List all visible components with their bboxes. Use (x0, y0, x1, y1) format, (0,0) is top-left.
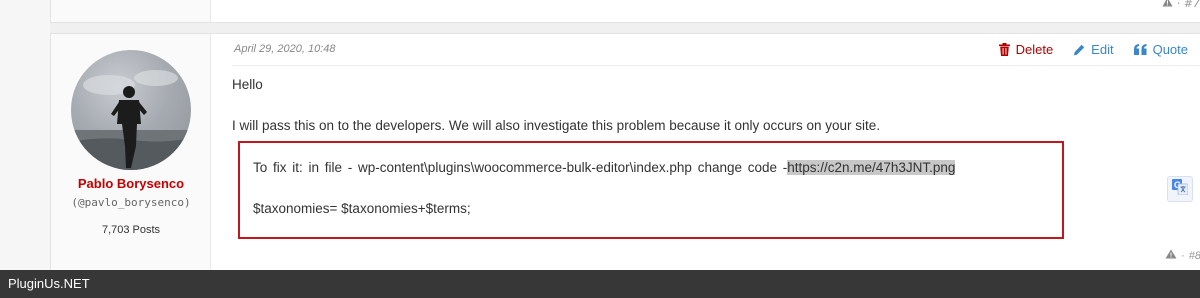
delete-button[interactable]: Delete (998, 42, 1054, 57)
edit-button[interactable]: Edit (1073, 42, 1114, 57)
post-content: April 29, 2020, 10:48 Delete Edit Quote … (212, 34, 1200, 274)
post-number[interactable]: #8 (1189, 250, 1200, 262)
post-greeting: Hello (232, 77, 263, 92)
quote-label: Quote (1152, 42, 1188, 57)
forum-thread: · #7 Pablo Borysenco (@pavlo_borysenco) … (0, 0, 1200, 298)
fix-text: To fix it: in file - wp-content\plugins\… (253, 160, 788, 175)
previous-post: · #7 (50, 0, 1200, 22)
post-footer: · #8 (1165, 249, 1200, 262)
post-meta: April 29, 2020, 10:48 Delete Edit Quote (232, 34, 1200, 66)
report-warning-icon[interactable] (1165, 249, 1177, 262)
fix-link[interactable]: https://c2n.me/47h3JNT.png (787, 160, 956, 175)
previous-post-number[interactable]: · #7 (1162, 0, 1200, 10)
delete-label: Delete (1015, 42, 1054, 57)
warning-icon[interactable] (1162, 0, 1177, 10)
post-paragraph: I will pass this on to the developers. W… (232, 118, 881, 133)
translate-icon: G (1172, 179, 1189, 199)
post-separator (50, 22, 1200, 33)
author-name[interactable]: Pablo Borysenco (51, 176, 211, 191)
highlighted-fix-box: To fix it: in file - wp-content\plugins\… (238, 141, 1064, 239)
quote-icon (1133, 44, 1147, 55)
forum-post: Pablo Borysenco (@pavlo_borysenco) 7,703… (50, 33, 1200, 274)
avatar[interactable] (71, 50, 191, 170)
post-count: 7,703 Posts (101, 224, 161, 236)
bottom-bar: PluginUs.NET (0, 270, 1200, 298)
translate-button[interactable]: G (1167, 176, 1193, 202)
quote-button[interactable]: Quote (1133, 42, 1188, 57)
code-line: $taxonomies= $taxonomies+$terms; (253, 201, 471, 216)
edit-label: Edit (1091, 42, 1114, 57)
post-actions: Delete Edit Quote (998, 42, 1188, 57)
previous-post-sidebar (51, 0, 211, 22)
post-date: April 29, 2020, 10:48 (234, 43, 336, 55)
author-sidebar: Pablo Borysenco (@pavlo_borysenco) 7,703… (51, 34, 211, 274)
trash-icon (998, 43, 1010, 56)
author-handle: (@pavlo_borysenco) (71, 196, 191, 209)
brand-label[interactable]: PluginUs.NET (8, 276, 90, 291)
pencil-icon (1073, 44, 1085, 56)
fix-instructions: To fix it: in file - wp-content\plugins\… (253, 160, 956, 175)
